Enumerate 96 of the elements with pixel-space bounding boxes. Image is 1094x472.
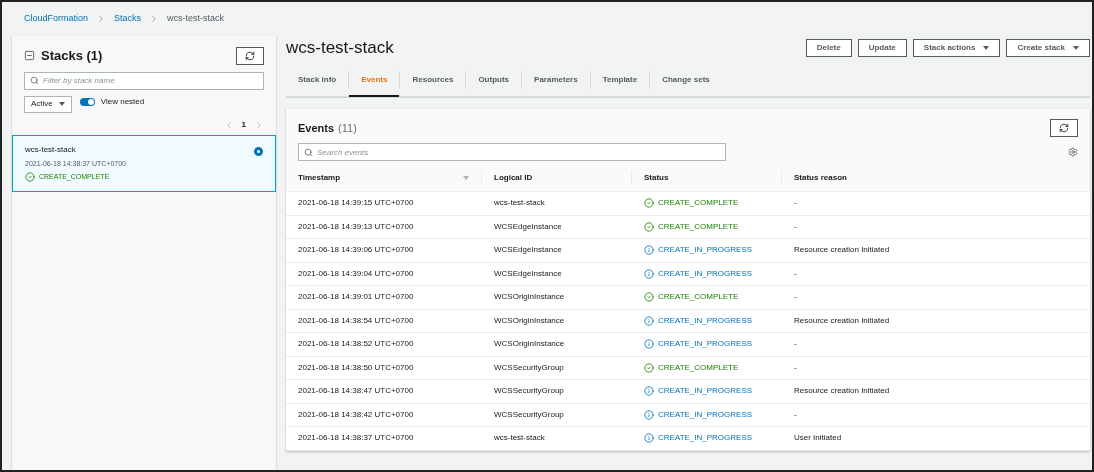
caret-icon [58, 102, 65, 106]
table-cell: 2021-06-18 14:39:13 UTC+0700 [298, 220, 414, 233]
action-button[interactable]: Stack actions [912, 39, 1001, 57]
table-cell: 2021-06-18 14:39:15 UTC+0700 [298, 197, 414, 210]
column-header[interactable]: Status [644, 172, 669, 184]
search-icon [30, 76, 39, 85]
status-dropdown[interactable]: Active [24, 95, 72, 113]
table-cell: 2021-06-18 14:38:54 UTC+0700 [298, 314, 414, 327]
column-header[interactable]: Timestamp [298, 172, 341, 184]
refresh-button[interactable] [1050, 119, 1078, 137]
status-text: CREATE_IN_PROGRESS [644, 408, 753, 421]
event-count: (11) [338, 120, 357, 136]
tab[interactable]: Change sets [650, 65, 722, 97]
table-cell: WCSEdgeInstance [494, 244, 562, 257]
table-cell: WCSOriginInstance [494, 314, 565, 327]
check-circle-icon [644, 221, 654, 232]
info-icon [644, 268, 654, 279]
table-cell: wcs-test-stack [494, 197, 545, 210]
toggle-switch[interactable] [79, 97, 95, 106]
table-cell: WCSEdgeInstance [494, 220, 562, 233]
refresh-icon [1059, 123, 1069, 133]
table-cell: 2021-06-18 14:38:52 UTC+0700 [298, 338, 414, 351]
info-icon [644, 433, 654, 444]
table-cell: WCSSecurityGroup [494, 385, 564, 398]
table-cell: - [794, 338, 797, 351]
table-cell: - [794, 197, 797, 210]
action-button[interactable]: Update [857, 39, 907, 57]
table-cell: 2021-06-18 14:39:04 UTC+0700 [298, 267, 414, 280]
breadcrumb-current: wcs-test-stack [167, 12, 225, 26]
table-cell: - [794, 220, 797, 233]
tab[interactable]: Resources [400, 65, 466, 97]
radio-button[interactable] [254, 146, 263, 156]
table-cell: - [794, 361, 797, 374]
status-text: CREATE_IN_PROGRESS [644, 385, 753, 398]
table-cell: WCSEdgeInstance [494, 267, 562, 280]
refresh-button[interactable] [236, 46, 264, 65]
search-icon [304, 147, 313, 157]
table-cell: WCSSecurityGroup [494, 361, 564, 374]
status-text: CREATE_IN_PROGRESS [644, 244, 753, 257]
status-text: CREATE_IN_PROGRESS [644, 267, 753, 280]
breadcrumb-link[interactable]: CloudFormation [24, 12, 89, 26]
table-cell: 2021-06-18 14:39:06 UTC+0700 [298, 244, 414, 257]
page-number[interactable]: 1 [241, 118, 246, 131]
caret-icon [983, 46, 990, 50]
action-button[interactable]: Create stack [1006, 39, 1090, 57]
action-button[interactable]: Delete [805, 39, 852, 57]
status-text: CREATE_COMPLETE [644, 291, 739, 304]
table-cell: 2021-06-18 14:38:42 UTC+0700 [298, 408, 414, 421]
table-cell: 2021-06-18 14:39:01 UTC+0700 [298, 291, 414, 304]
tab[interactable]: Stack info [286, 65, 349, 97]
info-icon [644, 386, 654, 397]
collapse-icon[interactable] [24, 50, 35, 62]
breadcrumb-link[interactable]: Stacks [114, 12, 142, 26]
toggle-label: View nested [100, 95, 145, 108]
stack-name: wcs-test-stack [25, 143, 77, 156]
column-header[interactable]: Logical ID [494, 172, 533, 184]
table-cell: 2021-06-18 14:38:37 UTC+0700 [298, 432, 414, 445]
refresh-icon [245, 50, 255, 61]
check-circle-icon [644, 292, 654, 303]
table-cell: User Initiated [794, 432, 842, 445]
table-cell: Resource creation Initiated [794, 314, 890, 327]
table-cell: - [794, 267, 797, 280]
tab[interactable]: Template [590, 65, 650, 97]
settings-icon[interactable] [1068, 147, 1078, 157]
status-text: CREATE_COMPLETE [644, 197, 739, 210]
check-circle-icon [25, 172, 35, 183]
status-text: CREATE_COMPLETE [644, 361, 739, 374]
table-cell: - [794, 408, 797, 421]
status-text: CREATE_IN_PROGRESS [644, 338, 753, 351]
info-icon [644, 339, 654, 350]
status-text: CREATE_IN_PROGRESS [644, 432, 753, 445]
filter-field[interactable]: Filter by stack name [24, 71, 264, 90]
status-text: CREATE_IN_PROGRESS [644, 314, 753, 327]
info-icon [644, 315, 654, 326]
panel-title: Stacks (1) [41, 47, 103, 65]
table-cell: WCSOriginInstance [494, 291, 565, 304]
table-cell: Resource creation Initiated [794, 385, 890, 398]
caret-icon [1073, 46, 1079, 50]
table-cell: 2021-06-18 14:38:50 UTC+0700 [298, 361, 414, 374]
table-cell: - [794, 291, 797, 304]
info-icon [644, 245, 654, 256]
check-circle-icon [644, 198, 654, 209]
tab[interactable]: Outputs [466, 65, 522, 97]
table-cell: 2021-06-18 14:38:47 UTC+0700 [298, 385, 414, 398]
check-circle-icon [644, 362, 654, 373]
table-cell: Resource creation Initiated [794, 244, 890, 257]
page-title: wcs-test-stack [286, 37, 394, 60]
search-field[interactable]: Search events [298, 143, 726, 161]
panel-title: Events [298, 120, 335, 136]
tab[interactable]: Parameters [522, 65, 590, 97]
column-header[interactable]: Status reason [794, 172, 847, 184]
table-cell: WCSOriginInstance [494, 338, 565, 351]
status-text: CREATE_COMPLETE [644, 220, 739, 233]
info-icon [644, 409, 654, 420]
table-cell: WCSSecurityGroup [494, 408, 564, 421]
table-cell: wcs-test-stack [494, 432, 545, 445]
